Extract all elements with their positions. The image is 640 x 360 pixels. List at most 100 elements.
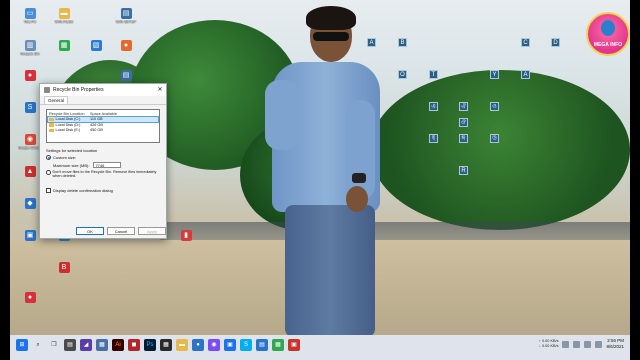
- desktop-tile[interactable]: ও: [490, 102, 499, 111]
- desktop-tile[interactable]: A: [367, 38, 376, 47]
- recycle-bin-location-list[interactable]: Recycle Bin Location Space Available Loc…: [46, 109, 160, 143]
- desktop-tile[interactable]: এ: [429, 102, 438, 111]
- max-size-input[interactable]: 7746: [93, 162, 122, 168]
- wifi-icon[interactable]: [573, 340, 581, 348]
- location-label: Local Disk (C:): [55, 117, 81, 122]
- this-pc-icon: ▭: [24, 8, 36, 19]
- app-icon[interactable]: ▤: [64, 339, 76, 351]
- app-icon: ▲: [24, 166, 36, 177]
- location-label: Local Disk (D:): [55, 122, 81, 127]
- dont-move-option[interactable]: Don't move files to the Recycle Bin. Rem…: [46, 170, 160, 178]
- volume-icon[interactable]: [584, 340, 592, 348]
- tab-general[interactable]: General: [44, 96, 69, 104]
- photoshop-icon[interactable]: Ps: [144, 339, 156, 351]
- clock[interactable]: 2:56 PM 8/6/2021: [606, 338, 624, 350]
- start-icon[interactable]: ⊞: [16, 339, 28, 351]
- dialog-tabs: General: [40, 96, 166, 105]
- cancel-button[interactable]: Cancel: [107, 227, 135, 235]
- desktop-icon-setup[interactable]: ▤ WIN-SETUP: [114, 8, 138, 24]
- desktop-tile[interactable]: T: [429, 70, 438, 79]
- list-item-location: Local Disk (D:): [48, 123, 90, 127]
- desktop-icon-app[interactable]: ●: [18, 70, 42, 81]
- display-confirm-option[interactable]: Display delete confirmation dialog: [46, 188, 160, 193]
- list-item-location: Local Disk (E:): [48, 128, 90, 132]
- net-down: ↓ 0.00 KB/s: [539, 344, 559, 348]
- app-icon[interactable]: ◼: [128, 339, 140, 351]
- app-icon[interactable]: ◢: [80, 339, 92, 351]
- app-icon: ●: [120, 40, 132, 51]
- dialog-buttons: OK Cancel Apply: [76, 227, 166, 235]
- app-icon: ▧: [90, 40, 102, 51]
- desktop-icon-app[interactable]: ▦: [52, 40, 76, 51]
- custom-size-option[interactable]: Custom size:: [46, 155, 160, 160]
- task-view-icon[interactable]: ❐: [48, 339, 60, 351]
- drive-icon: [49, 123, 54, 127]
- chevron-up-icon[interactable]: [562, 340, 570, 348]
- custom-size-radio[interactable]: [46, 155, 51, 160]
- illustrator-icon[interactable]: Ai: [112, 339, 124, 351]
- wallpaper-person-sunglasses: [313, 32, 349, 41]
- dialog-titlebar[interactable]: Recycle Bin Properties ✕: [40, 84, 166, 96]
- desktop-screen: ▭ This PC ▬ WIN-FILES ▤ WIN-SETUP ▥ Recy…: [10, 0, 630, 360]
- desktop-tile[interactable]: O: [398, 70, 407, 79]
- app-icon[interactable]: ▣: [224, 339, 236, 351]
- logo-text: MEGA INFO: [593, 42, 623, 48]
- mega-info-logo: MEGA INFO: [586, 12, 630, 56]
- apply-button[interactable]: Apply: [138, 227, 166, 235]
- app-icon: ▣: [24, 230, 36, 241]
- wallpaper-person-hand: [346, 186, 368, 212]
- ok-button[interactable]: OK: [76, 227, 104, 235]
- desktop-tile[interactable]: উ: [490, 134, 499, 143]
- desktop-icon-recycle-bin[interactable]: ▥ Recycle Bin: [18, 40, 42, 56]
- battery-icon[interactable]: [595, 340, 603, 348]
- location-label: Local Disk (E:): [55, 128, 81, 133]
- desktop-tile[interactable]: R: [459, 166, 468, 175]
- display-confirm-label: Display delete confirmation dialog: [53, 188, 113, 193]
- desktop-tile[interactable]: C: [521, 38, 530, 47]
- desktop-icon-app[interactable]: B: [52, 262, 76, 273]
- file-explorer-icon[interactable]: ▬: [176, 339, 188, 351]
- space-label: 450 GB: [90, 128, 103, 133]
- desktop-icon-this-pc[interactable]: ▭ This PC: [18, 8, 42, 24]
- app-icon: ▤: [120, 70, 132, 81]
- close-icon[interactable]: ✕: [154, 84, 166, 96]
- space-label: 110 GB: [90, 117, 103, 122]
- app-icon[interactable]: ▤: [256, 339, 268, 351]
- desktop-tile[interactable]: ঐ: [459, 102, 468, 111]
- skype-icon[interactable]: S: [240, 339, 252, 351]
- desktop-tile[interactable]: B: [398, 38, 407, 47]
- col-space-header: Space Available: [90, 111, 117, 116]
- messenger-icon[interactable]: ◉: [208, 339, 220, 351]
- custom-size-label: Custom size:: [53, 155, 77, 160]
- app-icon[interactable]: ▦: [96, 339, 108, 351]
- desktop-tile[interactable]: D: [551, 38, 560, 47]
- desktop-icon-label: WIN-FILES: [54, 20, 74, 24]
- desktop-tile[interactable]: ঔ: [459, 118, 468, 127]
- desktop-tile[interactable]: Y: [490, 70, 499, 79]
- list-item[interactable]: Local Disk (E:) 450 GB: [48, 128, 158, 134]
- desktop-icon-app[interactable]: ▮: [174, 230, 198, 241]
- desktop-icon-folder[interactable]: ▬ WIN-FILES: [52, 8, 76, 24]
- dont-move-radio[interactable]: [46, 170, 51, 175]
- wallpaper-person-watch: [352, 173, 366, 183]
- wallpaper-person-arm: [345, 100, 375, 200]
- desktop-tile[interactable]: A: [521, 70, 530, 79]
- app-icon[interactable]: ▦: [272, 339, 284, 351]
- desktop-tile[interactable]: ঈ: [459, 134, 468, 143]
- app-icon: B: [58, 262, 70, 273]
- desktop-icon-app[interactable]: ●: [18, 292, 42, 303]
- app-icon: ●: [24, 292, 36, 303]
- desktop-icon-app[interactable]: ●: [114, 40, 138, 51]
- app-icon: ●: [24, 70, 36, 81]
- system-tray: ↑ 0.00 KB/s ↓ 0.00 KB/s 2:56 PM 8/6/2021: [539, 338, 624, 350]
- desktop-icon-app[interactable]: ▤: [114, 70, 138, 81]
- search-icon[interactable]: ⌕: [32, 339, 44, 351]
- app-icon[interactable]: ▣: [288, 339, 300, 351]
- desktop-tile[interactable]: ই: [429, 134, 438, 143]
- app-icon: ▮: [180, 230, 192, 241]
- app-icon[interactable]: ●: [192, 339, 204, 351]
- display-confirm-checkbox[interactable]: [46, 188, 51, 193]
- desktop-icon-app[interactable]: ▧: [84, 40, 108, 51]
- app-icon[interactable]: ▦: [160, 339, 172, 351]
- app-icon: ◆: [24, 198, 36, 209]
